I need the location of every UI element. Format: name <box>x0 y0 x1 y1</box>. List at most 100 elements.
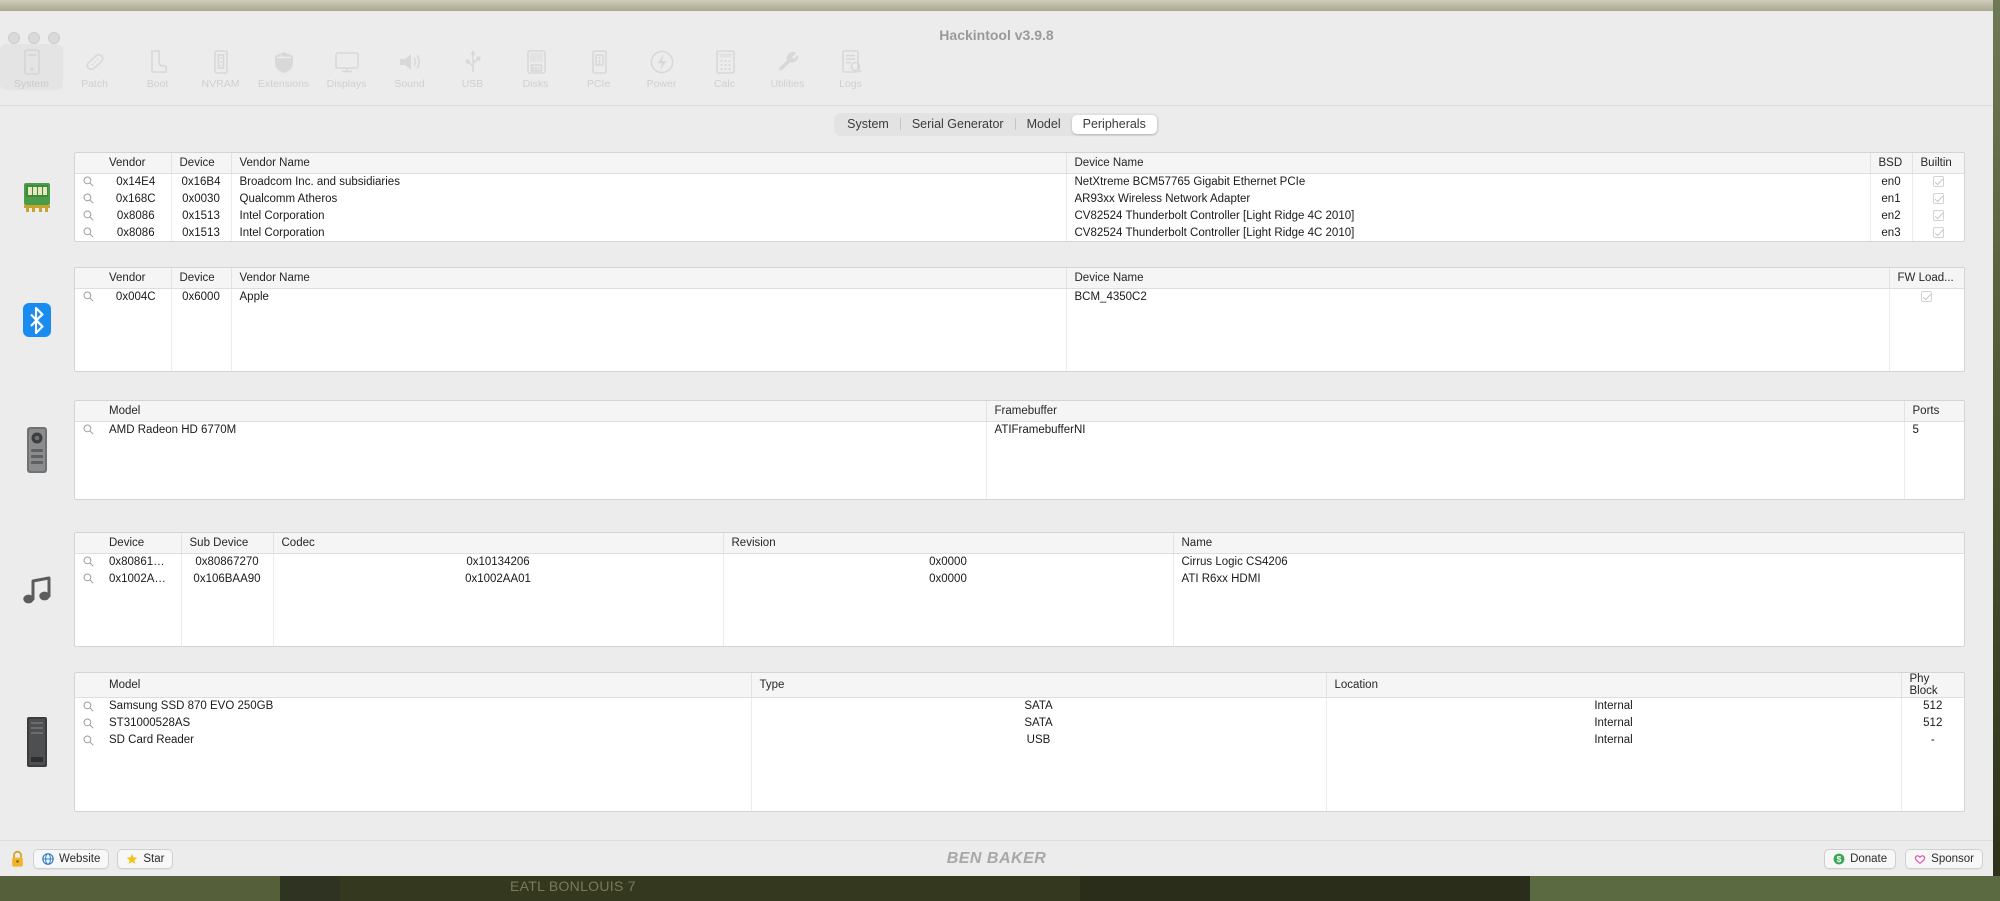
storage-col-type[interactable]: Type <box>751 673 1327 698</box>
network-table[interactable]: Vendor Device Vendor Name Device Name BS… <box>74 152 1965 242</box>
graphics-table[interactable]: Model Framebuffer Ports AMD Radeon HD 67… <box>74 400 1965 500</box>
table-row[interactable]: 0x14E4 0x16B4 Broadcom Inc. and subsidiari… <box>75 173 1964 190</box>
toolbar-item-power[interactable]: Power <box>630 44 693 90</box>
row-checkbox[interactable] <box>1912 224 1964 241</box>
tab-model[interactable]: Model <box>1016 115 1072 134</box>
table-cell: Internal <box>1326 714 1902 732</box>
audio-col-name[interactable]: Name <box>1173 533 1964 554</box>
bluetooth-table[interactable]: Vendor Device Vendor Name Device Name FW… <box>74 267 1965 372</box>
network-col-bsd[interactable]: BSD <box>1870 153 1913 174</box>
storage-col-location[interactable]: Location <box>1326 673 1902 698</box>
table-row[interactable]: 0x004C 0x6000 Apple BCM_4350C2 <box>75 288 1964 305</box>
checkbox-icon[interactable] <box>1932 226 1944 238</box>
toolbar-item-utilities[interactable]: Utilities <box>756 44 819 90</box>
table-row[interactable]: 0x168C 0x0030 Qualcomm Atheros AR93xx Wirel… <box>75 190 1964 207</box>
checkbox-icon[interactable] <box>1932 209 1944 221</box>
table-cell: 0x1513 <box>171 224 232 241</box>
storage-col-model[interactable]: Model <box>101 673 752 698</box>
audio-col-codec[interactable]: Codec <box>273 533 724 554</box>
bluetooth-col-device[interactable]: Device <box>171 268 232 289</box>
audio-col-revision[interactable]: Revision <box>723 533 1174 554</box>
row-inspect-icon[interactable] <box>75 207 101 224</box>
tab-system[interactable]: System <box>836 115 900 134</box>
table-cell: ATIFramebufferNI <box>986 421 1905 438</box>
table-row[interactable]: Samsung SSD 870 EVO 250GB SATA Internal 512 <box>75 697 1964 715</box>
bluetooth-col-device-name[interactable]: Device Name <box>1066 268 1890 289</box>
graphics-col-framebuffer[interactable]: Framebuffer <box>986 401 1905 422</box>
toolbar-item-usb[interactable]: USB <box>441 44 504 90</box>
empty-cell <box>101 305 172 322</box>
toolbar-item-sound[interactable]: Sound <box>378 44 441 90</box>
graphics-col-model[interactable]: Model <box>101 401 987 422</box>
table-cell: 0x16B4 <box>171 173 232 190</box>
row-checkbox[interactable] <box>1889 288 1964 305</box>
row-checkbox[interactable] <box>1912 207 1964 224</box>
checkbox-icon[interactable] <box>1921 291 1933 303</box>
table-row-empty <box>75 621 1964 638</box>
toolbar-item-system[interactable]: System <box>0 44 63 90</box>
empty-cell <box>101 748 752 766</box>
network-col-vendor[interactable]: Vendor <box>101 153 172 174</box>
table-row[interactable]: 0x1002AA90 0x106BAA90 0x1002AA01 0x0000 ATI … <box>75 570 1964 587</box>
graphics-col-ports[interactable]: Ports <box>1904 401 1964 422</box>
empty-cell <box>75 472 101 489</box>
table-row-empty <box>75 587 1964 604</box>
desktop-background-bottom: EATL BONLOUIS 7 <box>0 876 2000 901</box>
table-row[interactable]: AMD Radeon HD 6770M ATIFramebufferNI 5 <box>75 421 1964 438</box>
bluetooth-section: Vendor Device Vendor Name Device Name FW… <box>0 267 1965 372</box>
table-row-empty <box>75 472 1964 489</box>
network-col-device[interactable]: Device <box>171 153 232 174</box>
row-inspect-icon[interactable] <box>75 224 101 241</box>
tab-peripherals[interactable]: Peripherals <box>1071 114 1157 134</box>
table-row-empty <box>75 638 1964 646</box>
toolbar-item-displays[interactable]: Displays <box>315 44 378 90</box>
tab-serial-generator[interactable]: Serial Generator <box>901 115 1015 134</box>
toolbar-item-label: Patch <box>81 78 108 90</box>
row-inspect-icon[interactable] <box>75 732 101 749</box>
toolbar-item-calc[interactable]: Calc <box>693 44 756 90</box>
network-col-device-name[interactable]: Device Name <box>1066 153 1871 174</box>
toolbar-item-patch[interactable]: Patch <box>63 44 126 90</box>
empty-cell <box>1901 800 1964 812</box>
bluetooth-col-vendor[interactable]: Vendor <box>101 268 172 289</box>
checkbox-icon[interactable] <box>1932 176 1944 188</box>
toolbar-item-label: Boot <box>146 78 169 90</box>
row-inspect-icon[interactable] <box>75 698 101 715</box>
bluetooth-col-vendor-name[interactable]: Vendor Name <box>231 268 1067 289</box>
audio-col-device[interactable]: Device <box>101 533 182 554</box>
network-col-builtin[interactable]: Builtin <box>1912 153 1964 174</box>
audio-col-sub-device[interactable]: Sub Device <box>181 533 274 554</box>
row-checkbox[interactable] <box>1912 190 1964 207</box>
toolbar-item-logs[interactable]: Logs <box>819 44 882 90</box>
storage-table[interactable]: Model Type Location Phy Block Samsung SS… <box>74 672 1965 812</box>
toolbar-item-label: NVRAM <box>201 78 240 90</box>
table-row[interactable]: 0x8086 0x1513 Intel Corporation CV82524 Thu… <box>75 207 1964 224</box>
empty-cell <box>273 638 724 646</box>
toolbar-item-nvram[interactable]: NVRAM <box>189 44 252 90</box>
bluetooth-col-fw-load[interactable]: FW Load... <box>1889 268 1964 289</box>
toolbar-item-extensions[interactable]: Extensions <box>252 44 315 90</box>
table-row[interactable]: SD Card Reader USB Internal - <box>75 731 1964 749</box>
row-inspect-icon[interactable] <box>75 715 101 732</box>
table-row-empty <box>75 748 1964 766</box>
row-inspect-icon[interactable] <box>75 570 101 587</box>
row-checkbox[interactable] <box>1912 173 1964 190</box>
row-inspect-icon[interactable] <box>75 173 101 190</box>
table-row[interactable]: 0x8086 0x1513 Intel Corporation CV82524 Thu… <box>75 224 1964 241</box>
table-row[interactable]: ST31000528AS SATA Internal 512 <box>75 714 1964 732</box>
table-row[interactable]: 0x80861C20 0x80867270 0x10134206 0x0000 Cirr… <box>75 553 1964 570</box>
storage-col-phy-block[interactable]: Phy Block <box>1901 673 1964 698</box>
network-col-vendor-name[interactable]: Vendor Name <box>231 153 1067 174</box>
toolbar-item-disks[interactable]: Disks <box>504 44 567 90</box>
toolbar-item-pcie[interactable]: PCIe <box>567 44 630 90</box>
empty-cell <box>75 621 101 638</box>
toolbar-item-boot[interactable]: Boot <box>126 44 189 90</box>
audio-table[interactable]: Device Sub Device Codec Revision Name 0x… <box>74 532 1965 647</box>
row-inspect-icon[interactable] <box>75 288 101 305</box>
checkbox-icon[interactable] <box>1932 192 1944 204</box>
row-inspect-icon[interactable] <box>75 553 101 570</box>
row-inspect-icon[interactable] <box>75 421 101 438</box>
empty-cell <box>1326 765 1902 783</box>
table-cell: USB <box>751 731 1327 749</box>
row-inspect-icon[interactable] <box>75 190 101 207</box>
